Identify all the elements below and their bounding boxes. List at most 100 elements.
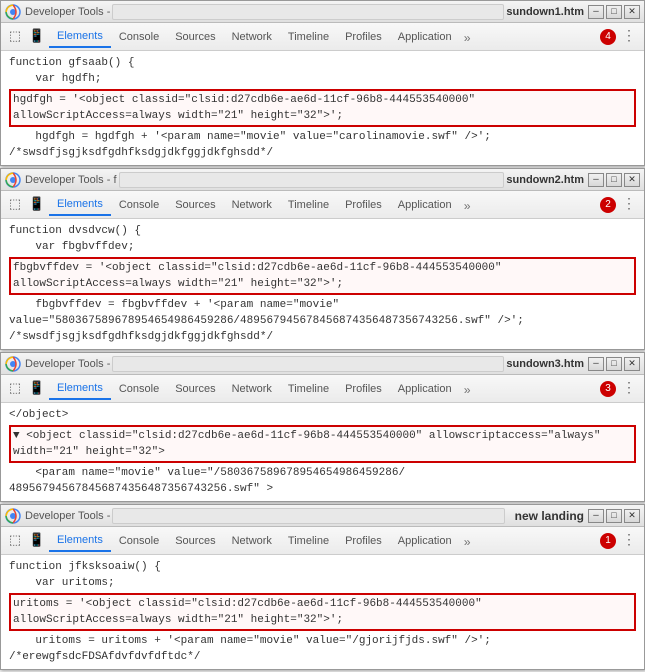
tab-timeline-4[interactable]: Timeline — [280, 530, 337, 552]
window-controls-3: ─ □ ✕ — [588, 357, 640, 371]
error-badge-4: 1 — [600, 533, 616, 549]
close-btn-3[interactable]: ✕ — [624, 357, 640, 371]
tab-application-2[interactable]: Application — [390, 194, 460, 216]
code-line-1-1: function gfsaab() { — [9, 55, 636, 71]
filename-3: sundown3.htm — [506, 358, 584, 370]
tab-network-1[interactable]: Network — [224, 26, 280, 48]
tab-bar-4: Elements Console Sources Network Timelin… — [49, 530, 594, 552]
code-line-3-1: </object> — [9, 407, 636, 423]
chrome-icon-4 — [5, 508, 21, 524]
tab-more-4[interactable]: » — [460, 534, 475, 552]
tab-bar-3: Elements Console Sources Network Timelin… — [49, 378, 594, 400]
tab-more-1[interactable]: » — [460, 30, 475, 48]
device-icon-1[interactable]: 📱 — [27, 27, 47, 47]
inspect-icon-1[interactable]: ⬚ — [5, 27, 25, 47]
tab-elements-4[interactable]: Elements — [49, 530, 111, 552]
tab-bar-1: Elements Console Sources Network Timelin… — [49, 26, 594, 48]
error-badge-1: 4 — [600, 29, 616, 45]
minimize-btn-2[interactable]: ─ — [588, 173, 604, 187]
titlebar-1: Developer Tools - sundown1.htm ─ □ ✕ — [1, 1, 644, 23]
tab-console-3[interactable]: Console — [111, 378, 167, 400]
toolbar-3: ⬚ 📱 Elements Console Sources Network Tim… — [1, 375, 644, 403]
tab-elements-2[interactable]: Elements — [49, 194, 111, 216]
url-bar-4[interactable] — [112, 508, 504, 524]
window-controls-4: ─ □ ✕ — [588, 509, 640, 523]
devtools-window-4: Developer Tools - new landing ─ □ ✕ ⬚ 📱 … — [0, 504, 645, 670]
tab-elements-3[interactable]: Elements — [49, 378, 111, 400]
device-icon-3[interactable]: 📱 — [27, 379, 47, 399]
maximize-btn-1[interactable]: □ — [606, 5, 622, 19]
chrome-icon-3 — [5, 356, 21, 372]
code-line-2-5: /*swsdfjsgjksdfgdhfksdgjdkfggjdkfghsdd*/ — [9, 329, 636, 345]
url-bar-1[interactable] — [112, 4, 504, 20]
code-area-4: function jfksksoaiw() { var uritoms; uri… — [1, 555, 644, 669]
titlebar-text-1: Developer Tools - sundown1.htm — [25, 4, 584, 20]
tab-profiles-4[interactable]: Profiles — [337, 530, 390, 552]
code-area-1: function gfsaab() { var hgdfh; hgdfgh = … — [1, 51, 644, 165]
tab-console-4[interactable]: Console — [111, 530, 167, 552]
tab-network-2[interactable]: Network — [224, 194, 280, 216]
titlebar-text-4: Developer Tools - new landing — [25, 508, 584, 524]
tab-timeline-2[interactable]: Timeline — [280, 194, 337, 216]
tab-more-2[interactable]: » — [460, 198, 475, 216]
titlebar-text-2: Developer Tools - f sundown2.htm — [25, 172, 584, 188]
tab-application-3[interactable]: Application — [390, 378, 460, 400]
maximize-btn-3[interactable]: □ — [606, 357, 622, 371]
code-line-4-1: function jfksksoaiw() { — [9, 559, 636, 575]
url-bar-3[interactable] — [112, 356, 504, 372]
inspect-icon-4[interactable]: ⬚ — [5, 531, 25, 551]
chrome-icon-2 — [5, 172, 21, 188]
tab-sources-2[interactable]: Sources — [167, 194, 223, 216]
minimize-btn-1[interactable]: ─ — [588, 5, 604, 19]
maximize-btn-4[interactable]: □ — [606, 509, 622, 523]
code-line-4-3: uritoms = uritoms + '<param name="movie"… — [9, 633, 636, 649]
code-highlight-2: fbgbvffdev = '<object classid="clsid:d27… — [9, 257, 636, 295]
code-line-2-4: value="580367589678954654986459286/48956… — [9, 313, 636, 329]
menu-dots-1[interactable]: ⋮ — [618, 28, 640, 45]
menu-dots-4[interactable]: ⋮ — [618, 532, 640, 549]
close-btn-2[interactable]: ✕ — [624, 173, 640, 187]
menu-dots-2[interactable]: ⋮ — [618, 196, 640, 213]
tab-console-2[interactable]: Console — [111, 194, 167, 216]
url-bar-2[interactable] — [119, 172, 505, 188]
tab-application-1[interactable]: Application — [390, 26, 460, 48]
code-area-2: function dvsdvcw() { var fbgbvffdev; fbg… — [1, 219, 644, 349]
tab-more-3[interactable]: » — [460, 382, 475, 400]
chrome-icon — [5, 4, 21, 20]
minimize-btn-3[interactable]: ─ — [588, 357, 604, 371]
code-line-4-4: /*erewgfsdcFDSAfdvfdvfdftdc*/ — [9, 649, 636, 665]
tab-network-4[interactable]: Network — [224, 530, 280, 552]
tab-profiles-1[interactable]: Profiles — [337, 26, 390, 48]
maximize-btn-2[interactable]: □ — [606, 173, 622, 187]
close-btn-4[interactable]: ✕ — [624, 509, 640, 523]
code-line-3-3: 489567945678456874356487356743256.swf" > — [9, 481, 636, 497]
tab-timeline-1[interactable]: Timeline — [280, 26, 337, 48]
code-highlight-4: uritoms = '<object classid="clsid:d27cdb… — [9, 593, 636, 631]
inspect-icon-2[interactable]: ⬚ — [5, 195, 25, 215]
inspect-icon-3[interactable]: ⬚ — [5, 379, 25, 399]
tab-application-4[interactable]: Application — [390, 530, 460, 552]
tab-elements-1[interactable]: Elements — [49, 26, 111, 48]
code-line-2-2: var fbgbvffdev; — [9, 239, 636, 255]
tab-sources-4[interactable]: Sources — [167, 530, 223, 552]
error-badge-2: 2 — [600, 197, 616, 213]
tab-sources-1[interactable]: Sources — [167, 26, 223, 48]
devtools-window-3: Developer Tools - sundown3.htm ─ □ ✕ ⬚ 📱… — [0, 352, 645, 502]
tab-profiles-3[interactable]: Profiles — [337, 378, 390, 400]
window-controls-2: ─ □ ✕ — [588, 173, 640, 187]
toolbar-1: ⬚ 📱 Elements Console Sources Network Tim… — [1, 23, 644, 51]
tab-timeline-3[interactable]: Timeline — [280, 378, 337, 400]
menu-dots-3[interactable]: ⋮ — [618, 380, 640, 397]
close-btn-1[interactable]: ✕ — [624, 5, 640, 19]
error-badge-3: 3 — [600, 381, 616, 397]
tab-console-1[interactable]: Console — [111, 26, 167, 48]
code-line-1-2: var hgdfh; — [9, 71, 636, 87]
code-line-2-3: fbgbvffdev = fbgbvffdev + '<param name="… — [9, 297, 636, 313]
tab-sources-3[interactable]: Sources — [167, 378, 223, 400]
window-title-2: Developer Tools - f — [25, 174, 117, 186]
tab-profiles-2[interactable]: Profiles — [337, 194, 390, 216]
device-icon-2[interactable]: 📱 — [27, 195, 47, 215]
minimize-btn-4[interactable]: ─ — [588, 509, 604, 523]
tab-network-3[interactable]: Network — [224, 378, 280, 400]
device-icon-4[interactable]: 📱 — [27, 531, 47, 551]
